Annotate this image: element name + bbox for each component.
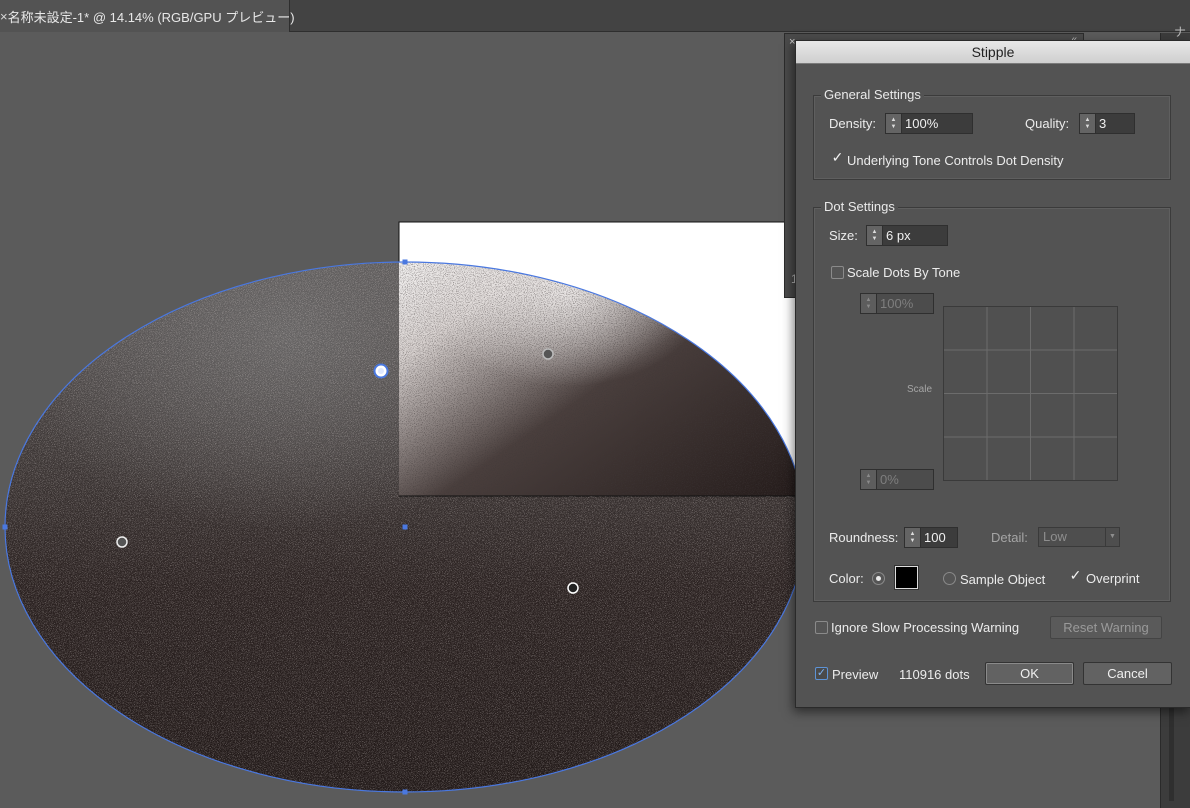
roundness-input[interactable]: 100	[920, 527, 958, 548]
anchor-handle-center	[402, 524, 408, 530]
color-swatch[interactable]	[895, 566, 918, 589]
preview-checkbox[interactable]: ✓	[815, 667, 828, 680]
detail-value: Low	[1043, 529, 1067, 544]
detail-label: Detail:	[991, 530, 1028, 545]
scale-min-stepper[interactable]: ▲ ▼ 0%	[860, 469, 934, 490]
dialog-title: Stipple	[796, 41, 1190, 64]
color-label: Color:	[829, 571, 864, 586]
size-input[interactable]: 6 px	[882, 225, 948, 246]
size-arrows-icon[interactable]: ▲ ▼	[866, 225, 882, 246]
ignore-warning-checkbox[interactable]	[815, 621, 828, 634]
quality-label: Quality:	[1025, 116, 1070, 131]
color-radio[interactable]	[872, 572, 885, 585]
detail-select[interactable]: Low ▼	[1038, 527, 1120, 547]
panel-tab-label[interactable]: ナ	[1174, 23, 1186, 40]
underlying-tone-checkbox[interactable]: ✓	[831, 150, 844, 165]
anchor-handle-bottom	[402, 789, 408, 795]
scale-min-input[interactable]: 0%	[876, 469, 934, 490]
density-input[interactable]: 100%	[901, 113, 973, 134]
scale-grid-lines	[944, 307, 1117, 480]
dots-count: 110916 dots	[899, 667, 970, 682]
scale-dots-label: Scale Dots By Tone	[847, 265, 961, 280]
document-tab-title: 名称未設定-1* @ 14.14% (RGB/GPU プレビュー)	[7, 9, 295, 25]
scale-max-stepper[interactable]: ▲ ▼ 100%	[860, 293, 934, 314]
overprint-label: Overprint	[1086, 571, 1140, 586]
scale-curve-grid[interactable]	[943, 306, 1118, 481]
underlying-tone-label: Underlying Tone Controls Dot Density	[847, 153, 1064, 168]
scale-axis-label: Scale	[907, 384, 933, 395]
cancel-button[interactable]: Cancel	[1083, 662, 1172, 685]
reset-warning-button[interactable]: Reset Warning	[1050, 616, 1162, 639]
dot-settings-title: Dot Settings	[821, 199, 898, 214]
gradient-stop-handle-left	[116, 536, 128, 548]
anchor-handle-left	[2, 524, 8, 530]
overprint-checkbox[interactable]: ✓	[1069, 568, 1082, 583]
roundness-label: Roundness:	[829, 530, 899, 545]
chevron-down-icon: ▼	[1105, 528, 1119, 546]
anchor-handle-top	[402, 259, 408, 265]
gradient-stop-handle-right	[567, 582, 579, 594]
scale-dots-checkbox[interactable]	[831, 266, 844, 279]
stipple-dialog: Stipple General Settings Density: ▲ ▼ 100…	[795, 40, 1190, 708]
roundness-stepper[interactable]: ▲ ▼ 100	[904, 527, 958, 548]
scale-max-arrows-icon[interactable]: ▲ ▼	[860, 293, 876, 314]
quality-arrows-icon[interactable]: ▲ ▼	[1079, 113, 1095, 134]
roundness-arrows-icon[interactable]: ▲ ▼	[904, 527, 920, 548]
density-stepper[interactable]: ▲ ▼ 100%	[885, 113, 973, 134]
size-label: Size:	[829, 228, 858, 243]
quality-stepper[interactable]: ▲ ▼ 3	[1079, 113, 1135, 134]
general-settings-title: General Settings	[821, 87, 924, 102]
close-tab-icon[interactable]: ×	[0, 9, 8, 24]
scale-min-arrows-icon[interactable]: ▲ ▼	[860, 469, 876, 490]
scale-max-input[interactable]: 100%	[876, 293, 934, 314]
density-label: Density:	[829, 116, 876, 131]
ok-button[interactable]: OK	[985, 662, 1074, 685]
ignore-warning-label: Ignore Slow Processing Warning	[831, 620, 1020, 635]
sample-object-radio[interactable]	[943, 572, 956, 585]
sample-object-label: Sample Object	[960, 572, 1046, 587]
density-arrows-icon[interactable]: ▲ ▼	[885, 113, 901, 134]
quality-input[interactable]: 3	[1095, 113, 1135, 134]
document-tab-bar: × 名称未設定-1* @ 14.14% (RGB/GPU プレビュー)	[0, 0, 1190, 32]
preview-label: Preview	[832, 667, 879, 682]
gradient-stop-handle	[542, 348, 554, 360]
document-tab[interactable]: × 名称未設定-1* @ 14.14% (RGB/GPU プレビュー)	[0, 0, 295, 32]
size-stepper[interactable]: ▲ ▼ 6 px	[866, 225, 948, 246]
